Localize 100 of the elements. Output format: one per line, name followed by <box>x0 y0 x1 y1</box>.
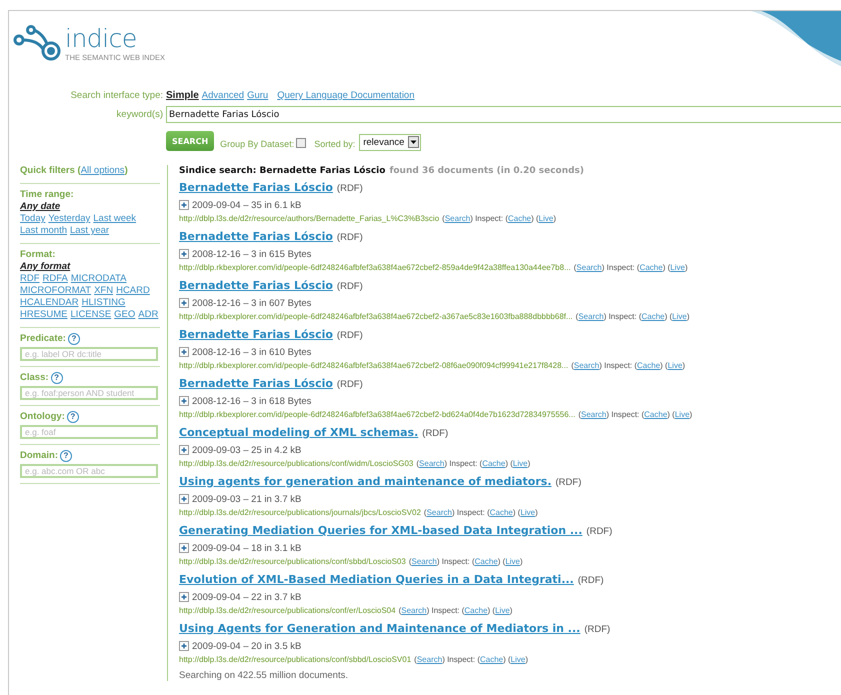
result-action-link[interactable]: Cache <box>474 557 498 566</box>
expand-icon[interactable] <box>179 200 189 210</box>
result-action-link[interactable]: Live <box>674 410 690 419</box>
filter-input-field[interactable]: e.g. label OR dc:title <box>20 347 158 361</box>
filter-option-link[interactable]: Yesterday <box>48 213 90 225</box>
result-action-link[interactable]: Live <box>512 459 528 468</box>
expand-icon[interactable] <box>179 298 189 308</box>
result-action-link[interactable]: Cache <box>464 606 488 615</box>
result-action-link[interactable]: Search <box>401 606 427 615</box>
footer-note: Searching on 422.55 million documents. <box>179 670 349 681</box>
result-url: http://dblp.l3s.de/d2r/resource/publications/conf/widm/LoscioSG03 <box>179 459 414 468</box>
result-action-text: ) <box>510 606 512 615</box>
result-action-link[interactable]: Live <box>495 606 510 615</box>
filter-option-link[interactable]: Any format <box>20 261 70 273</box>
filter-option-link[interactable]: RDFA <box>42 273 68 285</box>
result-action-link[interactable]: Cache <box>480 655 504 664</box>
filter-option-link[interactable]: Last week <box>93 213 136 225</box>
filter-input-field[interactable]: e.g. foaf <box>20 425 158 439</box>
result-action-text: ) ( <box>667 410 675 419</box>
expand-icon[interactable] <box>179 445 189 455</box>
result-action-link[interactable]: Live <box>538 214 554 223</box>
result-action-link[interactable]: Search <box>416 655 442 664</box>
result-action-link[interactable]: Live <box>520 508 536 517</box>
result-action-link[interactable]: Live <box>510 655 526 664</box>
filter-field-label: Predicate: <box>20 333 66 345</box>
search-summary: Sindice search: Bernadette Farias Lóscio <box>179 166 386 176</box>
result-action-link[interactable]: Cache <box>637 361 660 370</box>
result-action-link[interactable]: Cache <box>640 263 663 272</box>
result-title-link[interactable]: Generating Mediation Queries for XML-based Data Integration ... <box>179 524 582 537</box>
result-action-link[interactable]: Search <box>444 214 470 223</box>
result-title-link[interactable]: Bernadette Farias Lóscio <box>179 328 333 341</box>
filter-option-link[interactable]: RDF <box>20 273 40 285</box>
result-title-link[interactable]: Bernadette Farias Lóscio <box>179 279 333 292</box>
filter-option-link[interactable]: HRESUME <box>20 309 68 321</box>
filter-option-link[interactable]: Last year <box>70 225 110 237</box>
group-checkbox[interactable] <box>296 138 306 148</box>
result-action-link[interactable]: Search <box>419 459 444 468</box>
result-action-link[interactable]: Search <box>576 263 602 272</box>
filter-input-field[interactable]: e.g. foaf:person AND student <box>20 386 158 400</box>
filter-option-link[interactable]: GEO <box>114 309 136 321</box>
result-action-text: ) <box>686 312 690 321</box>
expand-icon[interactable] <box>179 347 189 357</box>
interface-type-link[interactable]: Guru <box>247 90 268 101</box>
filter-option-link[interactable]: LICENSE <box>70 309 112 321</box>
result-action-link[interactable]: Search <box>581 410 606 419</box>
expand-icon[interactable] <box>179 396 189 406</box>
result-action-text: ) Inspect: ( <box>442 655 480 664</box>
result-action-link[interactable]: Live <box>672 312 687 321</box>
result-action-link[interactable]: Live <box>668 361 682 370</box>
help-icon[interactable]: ? <box>66 411 79 423</box>
result-action-text: ) ( <box>531 214 539 223</box>
result-title-link[interactable]: Using Agents for Generation and Maintenance of Mediators in ... <box>179 622 580 635</box>
result-action-text: ( <box>398 606 402 615</box>
result-action-link[interactable]: Search <box>578 312 604 321</box>
result-action-link[interactable]: Cache <box>490 508 513 517</box>
result-action-link[interactable]: Live <box>505 557 520 566</box>
filter-option-link[interactable]: HCALENDAR <box>20 297 79 309</box>
expand-icon[interactable] <box>179 641 189 651</box>
interface-type-link[interactable]: Advanced <box>202 90 244 101</box>
result-meta: 2009-09-03 – 21 in 3.7 kB <box>192 494 302 504</box>
help-icon[interactable]: ? <box>68 333 80 345</box>
expand-icon[interactable] <box>179 592 189 602</box>
result-action-link[interactable]: Cache <box>482 459 506 468</box>
result-url: http://dblp.rkbexplorer.com/id/people-6df248246afbfef3a638f4ae672cbef2-bd624a0f4de7b1623d72834975556... <box>179 410 576 419</box>
expand-icon[interactable] <box>179 543 189 553</box>
result-action-link[interactable]: Cache <box>508 214 532 223</box>
result-action-link[interactable]: Live <box>670 263 685 272</box>
expand-icon[interactable] <box>179 494 189 504</box>
result-action-link[interactable]: Search <box>574 361 600 370</box>
expand-icon[interactable] <box>179 249 189 259</box>
filter-option-link[interactable]: Last month <box>20 225 67 237</box>
result-title-link[interactable]: Conceptual modeling of XML schemas. <box>179 426 418 439</box>
result-action-link[interactable]: Cache <box>641 312 665 321</box>
search-button[interactable]: SEARCH <box>166 131 214 151</box>
result-title-link[interactable]: Bernadette Farias Lóscio <box>179 377 333 390</box>
all-options-link[interactable]: All options <box>80 165 125 176</box>
result-title-link[interactable]: Bernadette Farias Lóscio <box>179 181 333 194</box>
filter-option-link[interactable]: Any date <box>20 201 60 213</box>
filter-option-link[interactable]: HCARD <box>116 285 150 297</box>
result-action-text: ) Inspect: ( <box>426 606 464 615</box>
filter-option-link[interactable]: MICRODATA <box>70 273 126 285</box>
filter-option-link[interactable]: ADR <box>138 309 158 321</box>
result-action-link[interactable]: Search <box>411 557 437 566</box>
filter-option-link[interactable]: XFN <box>94 285 114 297</box>
result-title-link[interactable]: Evolution of XML-Based Mediation Queries in a Data Integrati... <box>179 573 574 586</box>
result-title-link[interactable]: Using agents for generation and maintenance of mediators. <box>179 475 552 488</box>
result-action-link[interactable]: Cache <box>644 410 668 419</box>
documentation-link[interactable]: Query Language Documentation <box>277 90 415 101</box>
filter-option-link[interactable]: Today <box>20 213 46 225</box>
result-action-text: ) <box>682 361 686 370</box>
keyword-field[interactable]: Bernadette Farias Lóscio <box>166 106 841 123</box>
interface-type-link[interactable]: Simple <box>166 90 199 101</box>
filter-option-link[interactable]: HLISTING <box>82 297 126 309</box>
result-action-link[interactable]: Search <box>426 508 452 517</box>
filter-option-link[interactable]: MICROFORMAT <box>20 285 92 297</box>
help-icon[interactable]: ? <box>50 372 63 384</box>
result-title-link[interactable]: Bernadette Farias Lóscio <box>179 230 333 243</box>
sort-dropdown[interactable]: relevance <box>359 134 422 150</box>
filter-input-field[interactable]: e.g. abc.com OR abc <box>20 464 158 478</box>
help-icon[interactable]: ? <box>60 450 72 462</box>
